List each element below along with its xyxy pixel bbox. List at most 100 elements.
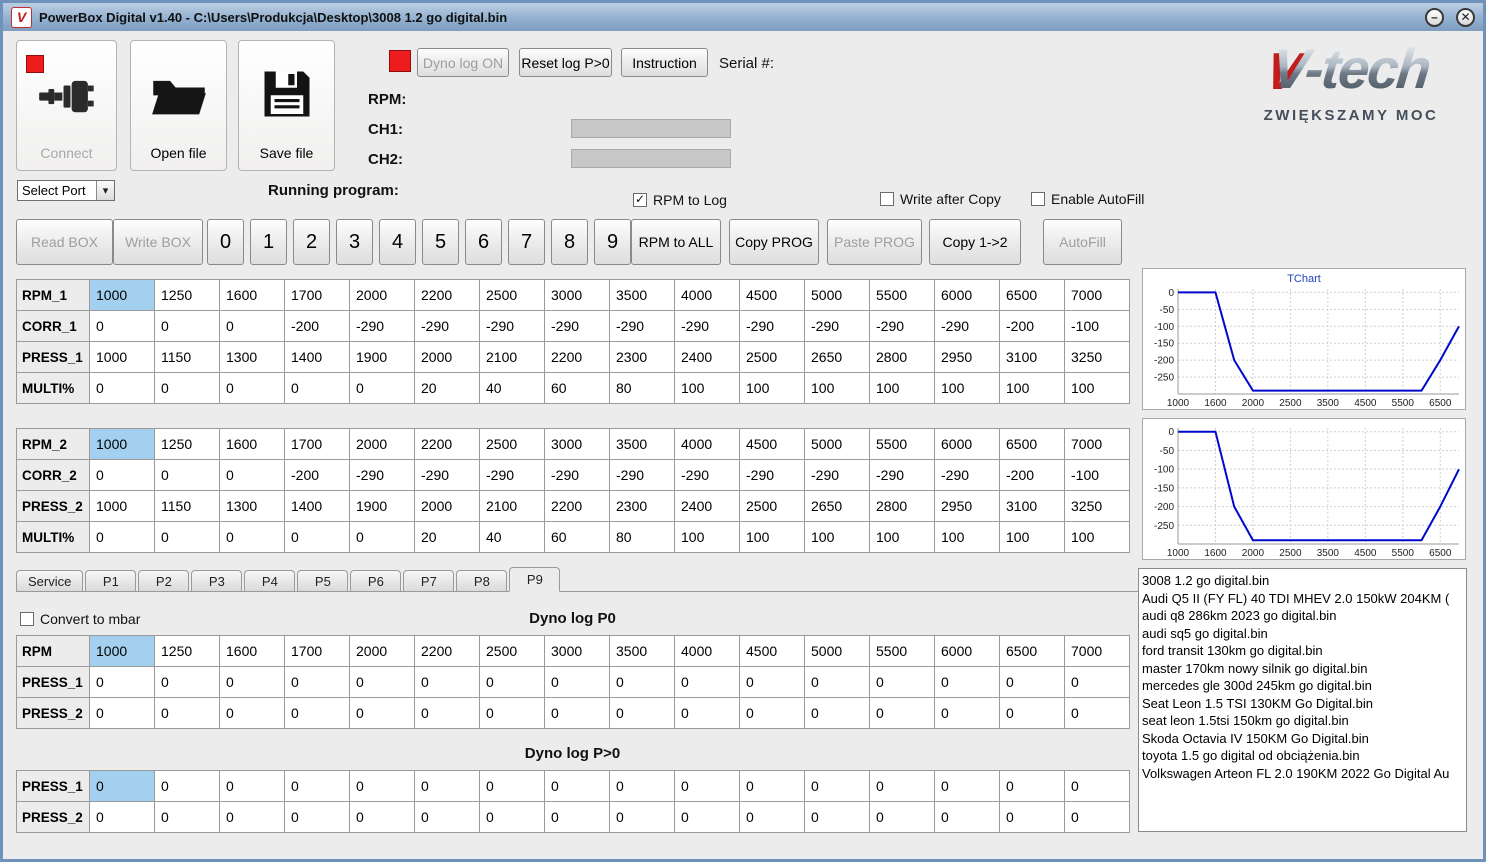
file-list-item[interactable]: Seat Leon 1.5 TSI 130KM Go Digital.bin (1142, 695, 1466, 713)
grid-cell[interactable]: -290 (935, 311, 1000, 342)
grid-cell[interactable]: 1400 (285, 491, 350, 522)
grid-cell[interactable]: 0 (220, 802, 285, 833)
tab-p9[interactable]: P9 (509, 567, 561, 592)
grid-cell[interactable]: 40 (480, 373, 545, 404)
digit-button-4[interactable]: 4 (379, 219, 416, 265)
grid-cell[interactable]: -290 (740, 311, 805, 342)
grid-cell[interactable]: 1250 (155, 280, 220, 311)
grid-cell[interactable]: 100 (870, 522, 935, 553)
grid-cell[interactable]: 0 (155, 311, 220, 342)
grid-cell[interactable]: 2100 (480, 342, 545, 373)
dyno-log-on-button[interactable]: Dyno log ON (417, 48, 509, 77)
copy-prog-button[interactable]: Copy PROG (729, 219, 819, 265)
grid-cell[interactable]: 0 (1000, 802, 1065, 833)
tab-p3[interactable]: P3 (191, 570, 243, 591)
file-list-item[interactable]: audi sq5 go digital.bin (1142, 625, 1466, 643)
grid-cell[interactable]: 20 (415, 522, 480, 553)
grid-cell[interactable]: 0 (740, 802, 805, 833)
tab-p4[interactable]: P4 (244, 570, 296, 591)
grid-cell[interactable]: 0 (480, 698, 545, 729)
file-list-item[interactable]: Volkswagen Arteon FL 2.0 190KM 2022 Go D… (1142, 765, 1466, 783)
grid-cell[interactable]: 3500 (610, 636, 675, 667)
grid-cell[interactable]: 1150 (155, 342, 220, 373)
grid-cell[interactable]: 2300 (610, 342, 675, 373)
grid-cell[interactable]: 0 (1065, 802, 1130, 833)
digit-button-6[interactable]: 6 (465, 219, 502, 265)
grid-cell[interactable]: 0 (90, 802, 155, 833)
grid-cell[interactable]: 0 (545, 802, 610, 833)
grid-cell[interactable]: 0 (1000, 698, 1065, 729)
close-button[interactable]: ✕ (1456, 7, 1475, 27)
grid-cell[interactable]: 1000 (90, 342, 155, 373)
file-list-item[interactable]: seat leon 1.5tsi 150km go digital.bin (1142, 712, 1466, 730)
grid-cell[interactable]: 100 (675, 522, 740, 553)
grid-cell[interactable]: 1700 (285, 280, 350, 311)
grid-cell[interactable]: 2500 (740, 491, 805, 522)
grid-cell[interactable]: 0 (740, 667, 805, 698)
grid-cell[interactable]: 0 (1000, 771, 1065, 802)
enable-autofill-checkbox[interactable]: Enable AutoFill (1031, 191, 1144, 207)
grid-cell[interactable]: 2500 (480, 429, 545, 460)
tab-service[interactable]: Service (16, 570, 84, 591)
copy-1-to-2-button[interactable]: Copy 1->2 (929, 219, 1021, 265)
grid-cell[interactable]: -290 (545, 460, 610, 491)
grid-cell[interactable]: 0 (220, 460, 285, 491)
file-list-item[interactable]: 3008 1.2 go digital.bin (1142, 572, 1466, 590)
grid-cell[interactable]: 6000 (935, 429, 1000, 460)
file-list-item[interactable]: ford transit 130km go digital.bin (1142, 642, 1466, 660)
file-list-item[interactable]: master 170km nowy silnik go digital.bin (1142, 660, 1466, 678)
digit-button-2[interactable]: 2 (293, 219, 330, 265)
grid-cell[interactable]: -290 (480, 460, 545, 491)
grid-cell[interactable]: 0 (545, 771, 610, 802)
grid-cell[interactable]: 80 (610, 373, 675, 404)
grid-cell[interactable]: 4000 (675, 429, 740, 460)
paste-prog-button[interactable]: Paste PROG (827, 219, 922, 265)
write-box-button[interactable]: Write BOX (113, 219, 203, 265)
grid-cell[interactable]: 0 (350, 667, 415, 698)
grid-cell[interactable]: 4500 (740, 636, 805, 667)
grid-cell[interactable]: 0 (610, 667, 675, 698)
grid-cell[interactable]: 5000 (805, 636, 870, 667)
grid-cell[interactable]: 1600 (220, 429, 285, 460)
grid-cell[interactable]: 0 (155, 771, 220, 802)
grid-cell[interactable]: -290 (545, 311, 610, 342)
grid-cell[interactable]: 100 (805, 373, 870, 404)
rpm-to-log-checkbox[interactable]: RPM to Log (633, 192, 727, 208)
minimize-button[interactable]: – (1425, 7, 1444, 27)
grid-cell[interactable]: 1300 (220, 491, 285, 522)
grid-cell[interactable]: 0 (1065, 667, 1130, 698)
instruction-button[interactable]: Instruction (621, 48, 708, 77)
grid-cell[interactable]: 1250 (155, 636, 220, 667)
grid-cell[interactable]: 5000 (805, 280, 870, 311)
save-file-button[interactable]: Save file (238, 40, 335, 171)
grid-cell[interactable]: 2200 (415, 280, 480, 311)
grid-cell[interactable]: 0 (220, 698, 285, 729)
grid-cell[interactable]: 6500 (1000, 280, 1065, 311)
grid-cell[interactable]: 0 (935, 698, 1000, 729)
grid-cell[interactable]: -100 (1065, 460, 1130, 491)
grid-cell[interactable]: 2400 (675, 342, 740, 373)
grid-cell[interactable]: 0 (350, 802, 415, 833)
grid-cell[interactable]: 100 (870, 373, 935, 404)
grid-cell[interactable]: 2200 (415, 429, 480, 460)
grid-cell[interactable]: 0 (285, 802, 350, 833)
grid-cell[interactable]: 0 (155, 460, 220, 491)
grid-cell[interactable]: 3000 (545, 280, 610, 311)
grid-cell[interactable]: 1600 (220, 280, 285, 311)
grid-cell[interactable]: 2650 (805, 491, 870, 522)
grid-cell[interactable]: 6500 (1000, 636, 1065, 667)
grid-cell[interactable]: 2650 (805, 342, 870, 373)
grid-cell[interactable]: 2800 (870, 491, 935, 522)
grid-cell[interactable]: 1900 (350, 491, 415, 522)
grid-cell[interactable]: 1900 (350, 342, 415, 373)
grid-cell[interactable]: 100 (1000, 373, 1065, 404)
grid-cell[interactable]: 0 (415, 802, 480, 833)
grid-cell[interactable]: 3500 (610, 429, 675, 460)
grid-cell[interactable]: 0 (155, 522, 220, 553)
grid-cell[interactable]: 100 (935, 373, 1000, 404)
grid-cell[interactable]: 0 (1065, 771, 1130, 802)
grid-cell[interactable]: 3500 (610, 280, 675, 311)
grid-cell[interactable]: 0 (545, 667, 610, 698)
read-box-button[interactable]: Read BOX (16, 219, 113, 265)
grid-cell[interactable]: 2950 (935, 342, 1000, 373)
